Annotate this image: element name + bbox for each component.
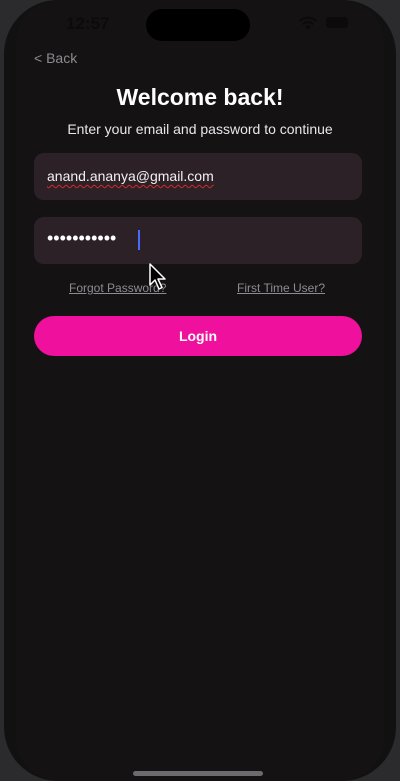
- battery-icon: [326, 17, 348, 28]
- page-subtitle: Enter your email and password to continu…: [67, 121, 333, 137]
- first-time-user-link[interactable]: First Time User?: [237, 281, 325, 295]
- phone-screen: 12:57 < Back Welcome back! Enter your em…: [16, 0, 384, 781]
- login-button[interactable]: Login: [34, 316, 362, 356]
- wifi-icon: [298, 16, 318, 30]
- mouse-cursor-icon: [149, 263, 166, 290]
- page-title: Welcome back!: [116, 84, 284, 110]
- back-button[interactable]: < Back: [34, 50, 77, 66]
- home-indicator: [133, 771, 263, 776]
- password-field[interactable]: •••••••••••: [34, 217, 362, 264]
- text-caret: [138, 230, 140, 250]
- email-input-value[interactable]: anand.ananya@gmail.com: [47, 168, 214, 184]
- device-frame: 12:57 < Back Welcome back! Enter your em…: [0, 0, 400, 781]
- status-time: 12:57: [66, 14, 110, 33]
- email-field[interactable]: anand.ananya@gmail.com: [34, 153, 362, 200]
- password-input-value[interactable]: •••••••••••: [47, 228, 116, 249]
- dynamic-island: [146, 9, 250, 41]
